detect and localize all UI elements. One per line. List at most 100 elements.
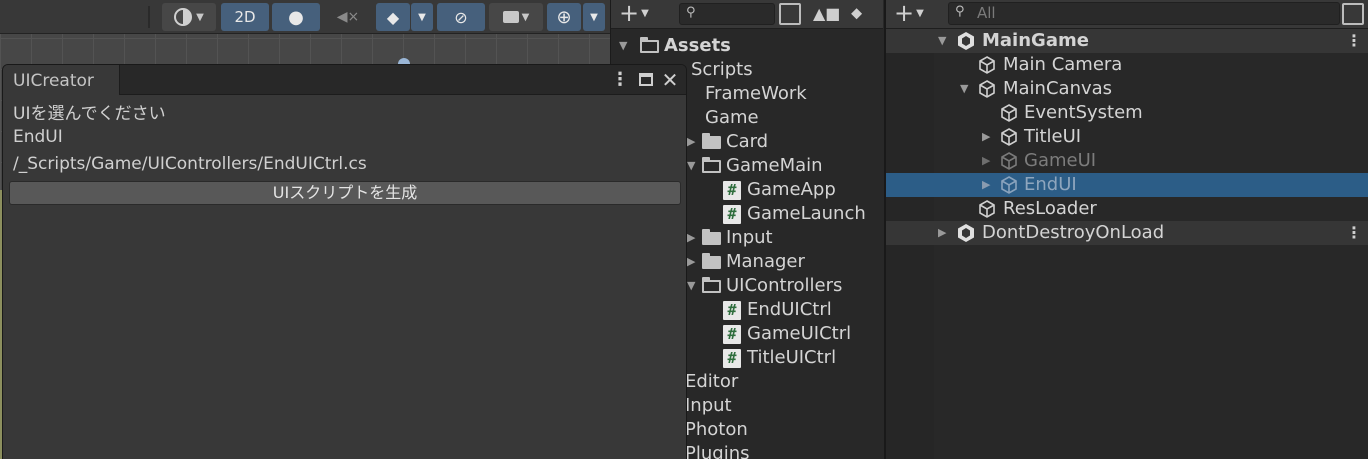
hierarchy-item-label: GameUI bbox=[1024, 150, 1097, 171]
lighting-toggle-button[interactable]: ● bbox=[272, 3, 320, 31]
gameobject-cube-icon bbox=[979, 56, 995, 74]
hierarchy-item-dontdestroyonload[interactable]: ▶ DontDestroyOnLoad ⋮ bbox=[886, 221, 1368, 245]
hierarchy-search-input[interactable]: ⚲ All bbox=[948, 2, 1340, 25]
open-window-icon[interactable] bbox=[1342, 3, 1364, 25]
chevron-down-icon[interactable]: ▼ bbox=[687, 274, 699, 298]
chevron-down-icon: ▼ bbox=[418, 11, 426, 23]
csharp-script-icon: # bbox=[723, 301, 741, 320]
project-item-label: Input bbox=[726, 227, 773, 248]
chevron-right-icon[interactable]: ▶ bbox=[687, 226, 699, 250]
gameobject-cube-icon bbox=[1001, 176, 1017, 194]
unity-scene-icon bbox=[958, 224, 974, 242]
hierarchy-panel: + ▼ ⚲ All ▼ MainGame ⋮ Main Camera ▼ Main… bbox=[884, 0, 1368, 459]
project-search-input[interactable]: ⚲ bbox=[679, 3, 775, 25]
selected-ui-name: EndUI bbox=[13, 127, 63, 147]
select-ui-prompt: UIを選んでください bbox=[13, 104, 166, 124]
chevron-down-icon: ▼ bbox=[641, 8, 649, 19]
tab-uicreator[interactable]: UICreator bbox=[3, 65, 120, 95]
tag-icon[interactable]: ⬥ bbox=[851, 3, 873, 25]
effects-toggle-button[interactable]: ◆ bbox=[376, 3, 410, 31]
chevron-down-icon: ▼ bbox=[521, 11, 530, 23]
csharp-script-icon: # bbox=[723, 349, 741, 368]
create-object-button[interactable]: + ▼ bbox=[894, 0, 934, 28]
hierarchy-item-titleui[interactable]: ▶ TitleUI bbox=[886, 125, 1368, 149]
chevron-down-icon[interactable]: ▼ bbox=[960, 77, 972, 101]
search-icon: ⚲ bbox=[686, 5, 696, 20]
camera-settings-dropdown[interactable]: ▼ bbox=[489, 3, 543, 31]
sphere-shading-icon bbox=[174, 8, 193, 26]
project-item-label: Scripts bbox=[691, 59, 753, 80]
folder-icon bbox=[702, 229, 721, 245]
more-options-icon[interactable]: ⋮ bbox=[1346, 29, 1362, 53]
lightbulb-icon: ● bbox=[288, 6, 304, 28]
gameobject-cube-icon bbox=[979, 200, 995, 218]
hidden-objects-toggle-button[interactable]: ⊘ bbox=[437, 3, 485, 31]
gameobject-cube-icon bbox=[979, 80, 995, 98]
search-placeholder: All bbox=[977, 4, 996, 22]
chevron-down-icon[interactable]: ▼ bbox=[687, 154, 699, 178]
chevron-right-icon[interactable]: ▶ bbox=[982, 173, 994, 197]
generate-ui-script-button[interactable]: UIスクリプトを生成 bbox=[9, 181, 681, 205]
project-item-label: Plugins bbox=[685, 443, 750, 459]
audio-toggle-button[interactable]: ◀× bbox=[324, 3, 372, 31]
project-item-label: Card bbox=[726, 131, 769, 152]
more-options-icon[interactable]: ⋮ bbox=[609, 69, 631, 91]
folder-icon bbox=[702, 133, 721, 149]
hierarchy-item-maincanvas[interactable]: ▼ MainCanvas bbox=[886, 77, 1368, 101]
chevron-down-icon: ▼ bbox=[590, 11, 598, 23]
hierarchy-item-endui[interactable]: ▶ EndUI bbox=[886, 173, 1368, 197]
close-icon[interactable]: ✕ bbox=[659, 69, 681, 91]
hierarchy-item-gameui[interactable]: ▶ GameUI bbox=[886, 149, 1368, 173]
project-item-label: UIControllers bbox=[726, 275, 843, 296]
folder-open-icon bbox=[702, 277, 721, 293]
effects-dropdown[interactable]: ▼ bbox=[411, 3, 433, 31]
project-item-label: Manager bbox=[726, 251, 805, 272]
folder-open-icon bbox=[640, 37, 659, 53]
project-item-label: GameApp bbox=[747, 179, 836, 200]
chevron-down-icon[interactable]: ▼ bbox=[619, 34, 631, 58]
folder-icon bbox=[702, 253, 721, 269]
project-item-label: Game bbox=[705, 107, 759, 128]
csharp-script-icon: # bbox=[723, 325, 741, 344]
csharp-script-icon: # bbox=[723, 205, 741, 224]
hierarchy-item-main-camera[interactable]: Main Camera bbox=[886, 53, 1368, 77]
toggle-2d-button[interactable]: 2D bbox=[221, 3, 269, 31]
effects-layers-icon: ◆ bbox=[386, 7, 400, 27]
chevron-down-icon[interactable]: ▼ bbox=[938, 29, 950, 53]
create-asset-button[interactable]: + ▼ bbox=[619, 0, 659, 28]
chevron-right-icon[interactable]: ▶ bbox=[938, 221, 950, 245]
gameobject-cube-icon bbox=[1001, 104, 1017, 122]
speaker-muted-icon: ◀× bbox=[336, 9, 360, 25]
unity-scene-icon bbox=[958, 32, 974, 50]
open-window-icon[interactable] bbox=[779, 3, 801, 25]
maximize-icon[interactable] bbox=[635, 69, 657, 91]
hierarchy-item-label: TitleUI bbox=[1024, 126, 1082, 147]
search-by-type-icon[interactable]: ▲■ bbox=[813, 4, 840, 26]
shading-mode-dropdown[interactable]: ▼ bbox=[162, 3, 216, 31]
hierarchy-item-maingame[interactable]: ▼ MainGame ⋮ bbox=[886, 29, 1368, 53]
project-item-label: EndUICtrl bbox=[747, 299, 832, 320]
hierarchy-item-eventsystem[interactable]: EventSystem bbox=[886, 101, 1368, 125]
uicreator-window: UICreator ⋮ ✕ UIを選んでください EndUI /_Scripts… bbox=[2, 64, 687, 459]
chevron-right-icon[interactable]: ▶ bbox=[982, 125, 994, 149]
gizmos-dropdown[interactable]: ▼ bbox=[583, 3, 605, 31]
more-options-icon[interactable]: ⋮ bbox=[1346, 221, 1362, 245]
chevron-right-icon[interactable]: ▶ bbox=[982, 149, 994, 173]
project-item-assets[interactable]: ▼ Assets bbox=[611, 34, 883, 58]
hierarchy-item-label: MainGame bbox=[982, 30, 1089, 51]
project-item-label: GameUICtrl bbox=[747, 323, 852, 344]
chevron-right-icon[interactable]: ▶ bbox=[687, 130, 699, 154]
project-item-label: GameLaunch bbox=[747, 203, 866, 224]
project-item-label: Assets bbox=[664, 35, 731, 56]
project-item-label: FrameWork bbox=[705, 83, 807, 104]
hierarchy-item-resloader[interactable]: ResLoader bbox=[886, 197, 1368, 221]
project-toolbar: + ▼ ⚲ ▲■ ⬥ bbox=[611, 0, 883, 29]
chevron-right-icon[interactable]: ▶ bbox=[687, 250, 699, 274]
csharp-script-icon: # bbox=[723, 181, 741, 200]
hierarchy-item-label: ResLoader bbox=[1003, 198, 1097, 219]
project-item-label: GameMain bbox=[726, 155, 823, 176]
gameobject-cube-icon bbox=[1001, 128, 1017, 146]
gizmos-toggle-button[interactable]: ⊕ bbox=[547, 3, 581, 31]
eye-slash-icon: ⊘ bbox=[454, 7, 468, 27]
chevron-down-icon: ▼ bbox=[196, 11, 204, 23]
